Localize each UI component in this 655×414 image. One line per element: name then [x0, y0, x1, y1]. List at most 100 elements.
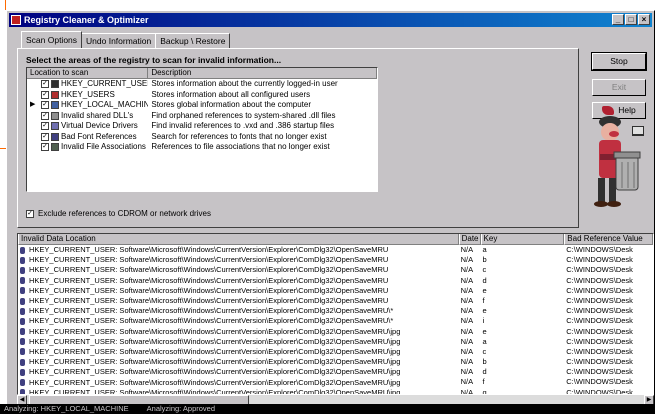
column-header-key[interactable]: Key	[480, 234, 565, 245]
cell-bad-reference: C:\WINDOWS\Desk	[566, 367, 633, 377]
checkbox[interactable]: ✓	[41, 90, 49, 99]
computer-icon	[51, 101, 59, 110]
users-icon	[51, 90, 59, 99]
checkbox[interactable]: ✓	[41, 111, 49, 120]
registry-key-icon	[20, 317, 25, 325]
close-button[interactable]: ×	[638, 14, 650, 25]
checkbox[interactable]: ✓	[41, 101, 49, 110]
tab-undo-information[interactable]: Undo Information	[81, 33, 157, 48]
cell-bad-reference: C:\WINDOWS\Desk	[566, 387, 633, 395]
table-row[interactable]: HKEY_CURRENT_USER: Software\Microsoft\Wi…	[18, 357, 653, 367]
scan-location-row[interactable]: ▶ ✓ HKEY_LOCAL_MACHINE Stores global inform…	[27, 100, 377, 111]
minimize-button[interactable]: _	[612, 14, 624, 25]
registry-key-icon	[20, 358, 25, 366]
column-header-description[interactable]: Description	[148, 68, 377, 79]
cell-bad-reference: C:\WINDOWS\Desk	[566, 357, 633, 367]
location-name: HKEY_USERS	[61, 89, 115, 99]
title-bar[interactable]: Registry Cleaner & Optimizer _ □ ×	[9, 13, 652, 27]
scan-location-row[interactable]: ✓ Invalid File Associations References to …	[27, 142, 377, 153]
registry-key-icon	[20, 246, 25, 254]
stop-button[interactable]: Stop	[591, 52, 647, 71]
table-row[interactable]: HKEY_CURRENT_USER: Software\Microsoft\Wi…	[18, 296, 653, 306]
location-description: References to file associations that no …	[151, 142, 330, 151]
cell-key: f	[482, 377, 485, 387]
cell-key: a	[482, 336, 487, 346]
cell-bad-reference: C:\WINDOWS\Desk	[566, 316, 633, 326]
invalid-data-table[interactable]: Invalid Data Location Date Key Bad Refer…	[17, 233, 654, 395]
maximize-button[interactable]: □	[625, 14, 637, 25]
exclude-cdrom-checkbox[interactable]: ✓ Exclude references to CDROM or network…	[26, 209, 211, 218]
location-name: Invalid shared DLL's	[61, 110, 134, 120]
tab-scan-options[interactable]: Scan Options	[21, 31, 83, 48]
exit-button[interactable]: Exit	[592, 79, 646, 96]
scan-location-row[interactable]: ✓ Bad Font References Search for reference…	[27, 132, 377, 143]
table-row[interactable]: HKEY_CURRENT_USER: Software\Microsoft\Wi…	[18, 327, 653, 337]
cell-location: HKEY_CURRENT_USER: Software\Microsoft\Wi…	[29, 367, 401, 377]
table-row[interactable]: HKEY_CURRENT_USER: Software\Microsoft\Wi…	[18, 255, 653, 265]
registry-key-icon	[20, 256, 25, 264]
checkbox[interactable]: ✓	[41, 122, 49, 131]
cell-date: N/A	[460, 295, 474, 305]
table-row[interactable]: HKEY_CURRENT_USER: Software\Microsoft\Wi…	[18, 286, 653, 296]
checkbox[interactable]: ✓	[41, 132, 49, 141]
cell-date: N/A	[460, 387, 474, 395]
cell-key: b	[482, 357, 487, 367]
location-description: Search for references to fonts that no l…	[151, 131, 327, 141]
table-row[interactable]: HKEY_CURRENT_USER: Software\Microsoft\Wi…	[18, 316, 653, 326]
registry-key-icon	[20, 379, 25, 387]
registry-key-icon	[20, 368, 25, 376]
registry-key-icon	[51, 80, 59, 89]
font-icon	[51, 132, 59, 141]
table-row[interactable]: HKEY_CURRENT_USER: Software\Microsoft\Wi…	[18, 367, 653, 377]
cell-key: f	[482, 295, 485, 305]
cell-location: HKEY_CURRENT_USER: Software\Microsoft\Wi…	[29, 326, 401, 336]
status-state: Analyzing: Approved	[146, 404, 216, 413]
table-row[interactable]: HKEY_CURRENT_USER: Software\Microsoft\Wi…	[18, 265, 653, 275]
checkbox[interactable]: ✓	[41, 80, 49, 89]
cell-date: N/A	[460, 367, 474, 377]
table-row[interactable]: HKEY_CURRENT_USER: Software\Microsoft\Wi…	[18, 387, 653, 395]
table-row[interactable]: HKEY_CURRENT_USER: Software\Microsoft\Wi…	[18, 245, 653, 255]
registry-key-icon	[20, 338, 25, 346]
location-description: Stores global information about the comp…	[151, 100, 312, 109]
column-header-date[interactable]: Date	[458, 234, 481, 245]
panel-title: Select the areas of the registry to scan…	[26, 55, 282, 65]
scan-location-row[interactable]: ✓ Invalid shared DLL's Find orphaned refer…	[27, 111, 377, 122]
column-header-location[interactable]: Location to scan	[27, 68, 149, 79]
cell-bad-reference: C:\WINDOWS\Desk	[566, 306, 633, 316]
cell-date: N/A	[460, 377, 474, 387]
scan-location-row[interactable]: ✓ HKEY_USERS Stores information about all …	[27, 90, 377, 101]
scan-location-row[interactable]: ✓ HKEY_CURRENT_USER Stores information abo…	[27, 79, 377, 90]
cell-key: d	[482, 275, 487, 285]
cell-bad-reference: C:\WINDOWS\Desk	[566, 285, 633, 295]
cell-bad-reference: C:\WINDOWS\Desk	[566, 275, 633, 285]
cell-key: d	[482, 367, 487, 377]
column-header-bad-reference[interactable]: Bad Reference Value	[564, 234, 653, 245]
table-row[interactable]: HKEY_CURRENT_USER: Software\Microsoft\Wi…	[18, 377, 653, 387]
table-row[interactable]: HKEY_CURRENT_USER: Software\Microsoft\Wi…	[18, 337, 653, 347]
table-row[interactable]: HKEY_CURRENT_USER: Software\Microsoft\Wi…	[18, 347, 653, 357]
registry-key-icon	[20, 287, 25, 295]
location-name: Virtual Device Drivers	[61, 121, 138, 131]
tab-backup-restore[interactable]: Backup \ Restore	[155, 33, 231, 48]
location-description: Stores information about the currently l…	[151, 79, 338, 88]
cell-location: HKEY_CURRENT_USER: Software\Microsoft\Wi…	[29, 377, 401, 387]
cell-location: HKEY_CURRENT_USER: Software\Microsoft\Wi…	[29, 245, 389, 255]
cell-location: HKEY_CURRENT_USER: Software\Microsoft\Wi…	[29, 275, 389, 285]
cell-date: N/A	[460, 275, 474, 285]
scan-location-row[interactable]: ✓ Virtual Device Drivers Find invalid refe…	[27, 121, 377, 132]
location-name: HKEY_CURRENT_USER	[61, 79, 149, 89]
cell-date: N/A	[460, 316, 474, 326]
cell-key: e	[482, 326, 487, 336]
table-row[interactable]: HKEY_CURRENT_USER: Software\Microsoft\Wi…	[18, 306, 653, 316]
cell-date: N/A	[460, 285, 474, 295]
status-analyzing: Analyzing: HKEY_LOCAL_MACHINE	[4, 404, 129, 413]
app-icon	[11, 15, 21, 25]
checkbox-box[interactable]: ✓	[26, 209, 34, 218]
scan-location-list: Location to scan Description ✓ HKEY_CURRE…	[26, 67, 378, 192]
table-row[interactable]: HKEY_CURRENT_USER: Software\Microsoft\Wi…	[18, 276, 653, 286]
cell-bad-reference: C:\WINDOWS\Desk	[566, 326, 633, 336]
registry-key-icon	[20, 277, 25, 285]
checkbox[interactable]: ✓	[41, 143, 49, 152]
column-header-location[interactable]: Invalid Data Location	[18, 234, 459, 245]
